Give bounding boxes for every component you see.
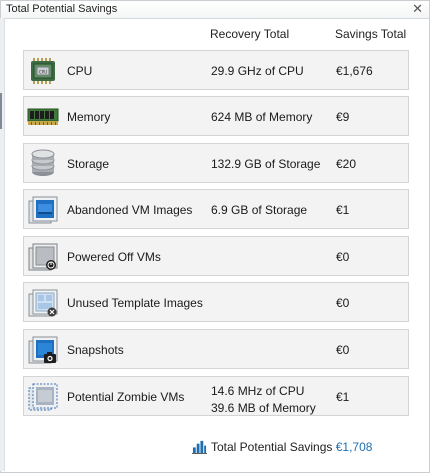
savings-row-memory: Memory 624 MB of Memory €9 — [23, 96, 409, 136]
row-recovery-line2: 39.6 MB of Memory — [211, 401, 316, 415]
svg-text:CPU: CPU — [39, 70, 47, 75]
savings-row-snapshots: Snapshots €0 — [23, 329, 409, 369]
savings-row-powered-off-vms: Powered Off VMs €0 — [23, 236, 409, 276]
panel-title: Total Potential Savings — [6, 3, 118, 15]
savings-row-abandoned-vm-images: Abandoned VM Images 6.9 GB of Storage €1 — [23, 189, 409, 229]
row-recovery: 132.9 GB of Storage — [211, 157, 321, 171]
row-savings: €20 — [336, 157, 357, 171]
row-savings: €0 — [336, 250, 350, 264]
vm-image-icon — [28, 196, 58, 224]
row-recovery: 29.9 GHz of CPU — [211, 64, 304, 78]
row-name: Potential Zombie VMs — [67, 390, 185, 404]
savings-row-unused-template-images: Unused Template Images €0 — [23, 282, 409, 322]
row-savings: €1 — [336, 390, 350, 404]
row-recovery: 624 MB of Memory — [211, 110, 313, 124]
cpu-chip-icon: CPU — [31, 58, 55, 84]
row-name: Powered Off VMs — [67, 250, 161, 264]
close-icon[interactable]: ✕ — [412, 2, 423, 16]
left-edge-marker — [0, 93, 2, 129]
savings-row-potential-zombie-vms: Potential Zombie VMs 14.6 MHz of CPU 39.… — [23, 376, 409, 416]
row-name: Unused Template Images — [67, 296, 203, 310]
row-savings: €0 — [336, 296, 350, 310]
row-name: Memory — [67, 110, 111, 124]
panel-titlebar: Total Potential Savings ✕ — [1, 1, 429, 19]
row-name: CPU — [67, 64, 93, 78]
snapshot-camera-icon — [28, 336, 58, 364]
template-image-icon — [28, 289, 58, 317]
row-name: Snapshots — [67, 343, 124, 357]
left-edge-strip — [0, 18, 5, 471]
column-header-savings: Savings Total — [335, 27, 407, 41]
column-header-recovery: Recovery Total — [210, 27, 290, 41]
zombie-vm-icon — [28, 383, 58, 411]
total-label: Total Potential Savings — [211, 440, 333, 454]
row-recovery: 14.6 MHz of CPU — [211, 384, 305, 398]
powered-off-vm-icon — [28, 243, 58, 271]
row-savings: €1 — [336, 203, 350, 217]
total-value: €1,708 — [335, 440, 373, 454]
row-recovery: 6.9 GB of Storage — [211, 203, 308, 217]
savings-row-storage: Storage 132.9 GB of Storage €20 — [23, 143, 409, 183]
bar-chart-icon — [192, 440, 207, 454]
savings-row-cpu: CPU CPU 29.9 GHz of CPU €1,676 — [23, 50, 409, 90]
row-savings: €1,676 — [336, 64, 373, 78]
row-savings: €0 — [336, 343, 350, 357]
memory-module-icon — [27, 108, 59, 125]
row-name: Storage — [67, 157, 110, 171]
storage-disk-icon — [31, 149, 55, 176]
total-savings: Total Potential Savings €1,708 — [211, 440, 372, 454]
row-savings: €9 — [336, 110, 350, 124]
row-name: Abandoned VM Images — [67, 203, 193, 217]
